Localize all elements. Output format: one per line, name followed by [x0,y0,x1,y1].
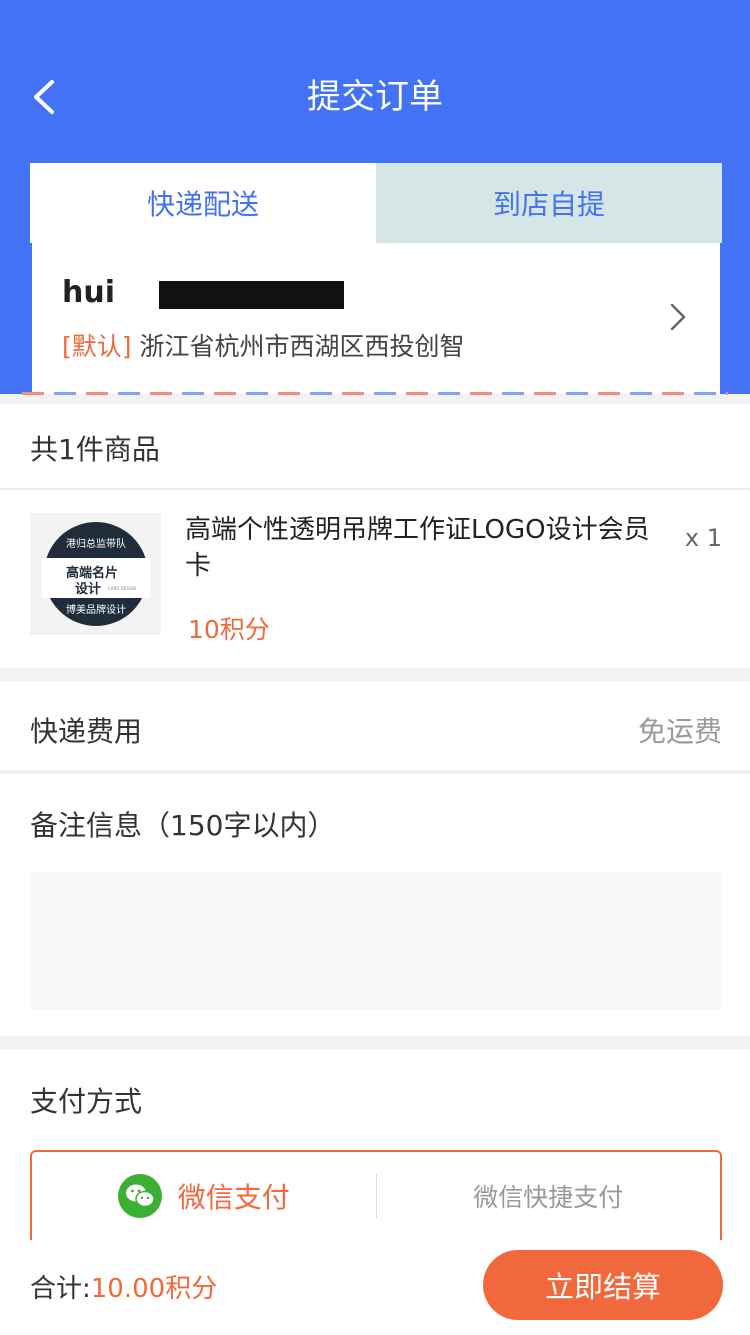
checkout-button[interactable]: 立即结算 [483,1250,723,1320]
tab-express-delivery[interactable]: 快递配送 [30,163,376,243]
product-thumbnail: 港归总监带队 高端名片 设计 CARD DESIGN 博美品牌设计 [30,513,161,635]
shipping-fee-label: 快递费用 [30,715,143,748]
remark-input[interactable] [30,872,722,1010]
product-logo-image: 港归总监带队 高端名片 设计 CARD DESIGN 博美品牌设计 [41,522,150,626]
redacted-phone [159,281,344,309]
payment-method-label: 支付方式 [30,1085,143,1118]
total-label: 合计: [30,1274,91,1304]
payment-option-wechat-quick-pay[interactable]: 微信快捷支付 [377,1152,721,1240]
item-count-row: 共1件商品 [0,404,750,490]
remark-label: 备注信息（150字以内） [30,809,336,842]
shipping-fee-row: 快递费用 免运费 [0,682,750,772]
default-tag: [默认] [62,332,132,361]
address-name: hui [62,275,115,310]
thumb-bottom-text: 博美品牌设计 [66,603,126,616]
product-price: 10积分 [188,615,270,644]
item-count-label: 共1件商品 [30,433,160,466]
address-text: 浙江省杭州市西湖区西投创智 [139,332,465,361]
address-border-stripe [22,392,728,395]
address-line: [默认] 浙江省杭州市西湖区西投创智 [62,327,465,363]
wechat-icon [117,1174,162,1218]
thumb-main-line2: 设计 [74,581,100,597]
thumb-top-text: 港归总监带队 [66,537,126,550]
tab-store-pickup[interactable]: 到店自提 [376,163,722,243]
remark-section: 备注信息（150字以内） [0,774,750,1036]
product-name: 高端个性透明吊牌工作证LOGO设计会员卡 [185,515,650,581]
payment-section: 支付方式 微信支付 微信快捷支付 [0,1050,750,1240]
address-card[interactable]: hui [默认] 浙江省杭州市西湖区西投创智 [32,243,720,394]
page-title: 提交订单 [307,77,443,117]
payment-option-wechat-pay[interactable]: 微信支付 [32,1152,376,1240]
thumb-side-text: CARD DESIGN [107,586,135,591]
wechat-pay-label: 微信支付 [177,1181,290,1214]
order-total: 合计:10.00积分 [30,1268,217,1305]
product-row[interactable]: 港归总监带队 高端名片 设计 CARD DESIGN 博美品牌设计 高端个性透明… [0,490,750,668]
thumb-main-line1: 高端名片 [65,565,117,581]
product-quantity: x 1 [684,524,722,552]
wechat-quick-pay-label: 微信快捷支付 [473,1183,624,1212]
chevron-right-icon [670,303,686,331]
total-value: 10.00积分 [90,1274,218,1304]
checkout-footer: 合计:10.00积分 立即结算 [0,1240,750,1335]
payment-options: 微信支付 微信快捷支付 [30,1150,722,1240]
shipping-fee-value: 免运费 [637,715,722,748]
delivery-tabs: 快递配送 到店自提 [30,163,722,243]
